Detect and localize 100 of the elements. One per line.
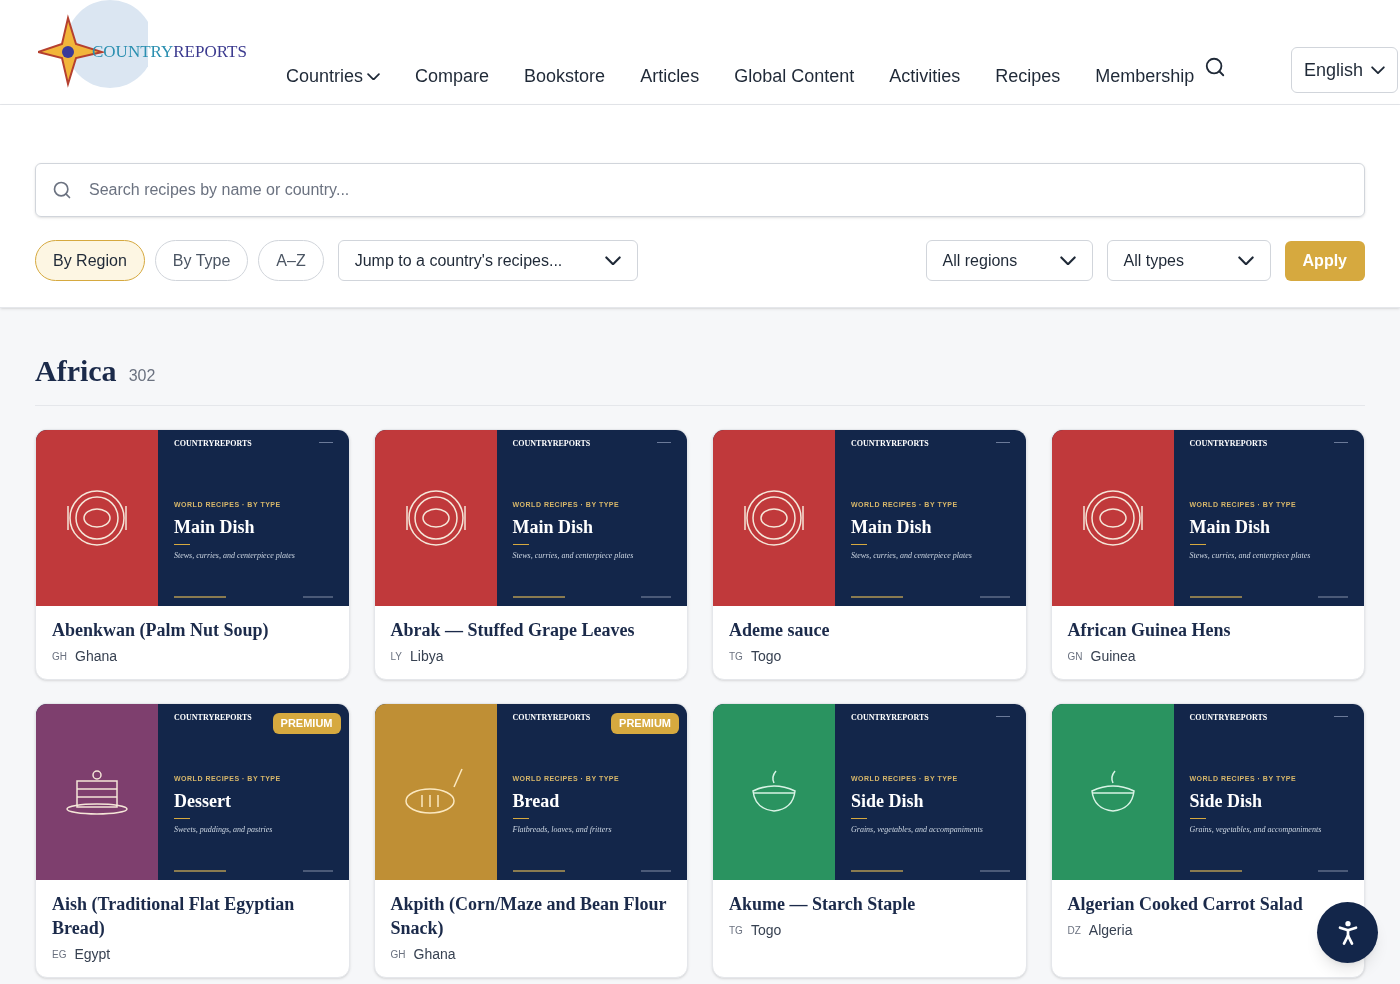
cover-line — [512, 596, 565, 598]
premium-badge: PREMIUM — [272, 713, 341, 734]
cover-line — [1334, 716, 1348, 717]
recipe-title[interactable]: Akume — Starch Staple — [729, 892, 916, 916]
country-name: Togo — [750, 921, 782, 940]
cover-rule — [851, 543, 867, 545]
language-select[interactable]: English — [1291, 47, 1398, 93]
cover-title: Dessert — [174, 789, 232, 813]
cover-subtitle: Stews, curries, and centerpiece plates — [174, 549, 296, 562]
cake-slice-icon — [65, 767, 129, 817]
cover-brand: COUNTRYREPORTS — [1189, 712, 1268, 724]
chevron-icon — [604, 255, 621, 266]
cover-title: Main Dish — [512, 515, 595, 539]
recipe-count: 302 — [128, 366, 156, 386]
cover-rule — [512, 543, 529, 545]
cover-rule — [1189, 817, 1206, 819]
cover-line — [851, 596, 903, 598]
cover-line — [641, 870, 671, 872]
cover-line — [641, 596, 671, 598]
country-code: LY — [390, 650, 402, 664]
cover-line — [995, 442, 1010, 443]
region-select[interactable]: All regions — [925, 240, 1093, 281]
cover-line — [302, 596, 333, 598]
cover-line — [318, 442, 333, 443]
nav-link[interactable]: Bookstore — [524, 63, 606, 90]
logo-text: COUNTRYREPORTS — [92, 42, 247, 62]
cover-line — [979, 870, 1010, 872]
cover-rule — [1189, 543, 1206, 545]
search-icon — [52, 180, 72, 200]
nav-link[interactable]: Articles — [640, 63, 700, 90]
cover-subtitle: Grains, vegetables, and accompaniments — [851, 823, 984, 836]
country-name: Guinea — [1090, 647, 1136, 666]
cover-rule — [174, 543, 190, 545]
cover-brand: COUNTRYREPORTS — [1189, 438, 1268, 450]
cover-brand: COUNTRYREPORTS — [174, 712, 252, 724]
cover-brand: COUNTRYREPORTS — [174, 438, 252, 450]
cover-line — [851, 870, 903, 872]
nav-link[interactable]: Countries — [286, 63, 381, 90]
cover-subtitle: Sweets, puddings, and pastries — [174, 823, 274, 836]
cover-subtitle: Stews, curries, and centerpiece plates — [512, 549, 635, 562]
recipe-title[interactable]: Aish (Traditional Flat Egyptian Bread) — [52, 892, 333, 940]
cover-rule — [851, 817, 867, 819]
nav-link[interactable]: Activities — [889, 63, 961, 90]
nav-link[interactable]: Membership — [1095, 63, 1195, 90]
recipe-title[interactable]: Akpith (Corn/Maze and Bean Flour Snack) — [390, 892, 671, 940]
country-name: Ghana — [75, 647, 118, 666]
cover-title: Side Dish — [851, 789, 925, 813]
cover-line — [512, 870, 565, 872]
search-field[interactable]: Search recipes by name or country... — [35, 163, 1365, 217]
type-select[interactable]: All types — [1106, 240, 1271, 281]
cover-title: Bread — [512, 789, 561, 813]
chevron-icon — [1371, 65, 1385, 75]
cover-line — [174, 870, 226, 872]
cover-subtitle: Stews, curries, and centerpiece plates — [851, 549, 973, 562]
cover-subtitle: Stews, curries, and centerpiece plates — [1189, 549, 1312, 562]
cover-line — [1318, 596, 1348, 598]
recipe-title[interactable]: Algerian Cooked Carrot Salad — [1067, 892, 1303, 916]
cover-brand: COUNTRYREPORTS — [851, 438, 929, 450]
site-logo[interactable]: COUNTRYREPORTS — [38, 4, 284, 94]
plate-icon — [742, 488, 806, 548]
search-icon[interactable] — [1204, 56, 1227, 78]
country-name: Egypt — [74, 945, 111, 964]
view-tab[interactable]: By Region — [35, 240, 145, 281]
cover-title: Main Dish — [851, 515, 933, 539]
cover-title: Main Dish — [174, 515, 256, 539]
country-code: GH — [52, 650, 67, 664]
country-name: Algeria — [1088, 921, 1133, 940]
cover-brand: COUNTRYREPORTS — [851, 712, 929, 724]
cover-subtitle: Flatbreads, loaves, and fritters — [512, 823, 613, 836]
country-code: DZ — [1067, 924, 1081, 938]
view-tab[interactable]: A–Z — [258, 240, 324, 281]
cover-line — [174, 596, 226, 598]
country-name: Togo — [750, 647, 782, 666]
country-code: TG — [729, 924, 743, 938]
plate-icon — [65, 488, 129, 548]
cover-line — [1318, 870, 1348, 872]
view-tab[interactable]: By Type — [154, 240, 249, 281]
country-code: GN — [1067, 650, 1083, 664]
country-code: GH — [390, 948, 406, 962]
cover-rule — [174, 817, 190, 819]
recipe-title[interactable]: Abenkwan (Palm Nut Soup) — [52, 618, 269, 642]
cover-brand: COUNTRYREPORTS — [512, 438, 591, 450]
cover-line — [1189, 870, 1242, 872]
premium-badge: PREMIUM — [611, 713, 679, 734]
recipe-title[interactable]: Ademe sauce — [729, 618, 830, 642]
cover-line — [657, 442, 671, 443]
recipe-title[interactable]: African Guinea Hens — [1067, 618, 1231, 642]
nav-link[interactable]: Compare — [415, 63, 490, 90]
nav-link[interactable]: Recipes — [995, 63, 1061, 90]
cover-line — [302, 870, 333, 872]
cover-line — [1189, 596, 1242, 598]
country-name: Libya — [410, 647, 444, 666]
cover-title: Side Dish — [1189, 789, 1264, 813]
section-title: Africa — [35, 353, 117, 389]
cover-line — [995, 716, 1010, 717]
nav-link[interactable]: Global Content — [734, 63, 855, 90]
cover-line — [1334, 442, 1348, 443]
country-select[interactable]: Jump to a country's recipes... — [337, 240, 638, 281]
cover-brand: COUNTRYREPORTS — [512, 712, 591, 724]
recipe-title[interactable]: Abrak — Stuffed Grape Leaves — [390, 618, 635, 642]
